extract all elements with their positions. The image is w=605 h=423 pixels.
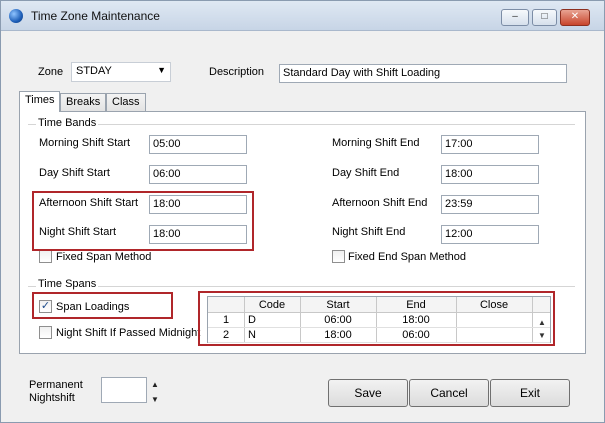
row-end[interactable]: 06:00 xyxy=(376,328,456,343)
app-icon xyxy=(9,9,23,23)
maximize-icon[interactable]: □ xyxy=(532,9,557,26)
scroll-down-icon[interactable]: ▼ xyxy=(538,331,546,340)
title-bar[interactable]: Time Zone Maintenance – □ ✕ xyxy=(1,1,604,31)
row-end[interactable]: 18:00 xyxy=(376,313,456,328)
afternoon-shift-end-field[interactable]: 23:59 xyxy=(441,195,539,214)
zone-label: Zone xyxy=(38,66,64,78)
close-icon[interactable]: ✕ xyxy=(560,9,590,26)
afternoon-shift-start-field[interactable]: 18:00 xyxy=(149,195,247,214)
tab-breaks[interactable]: Breaks xyxy=(60,93,106,112)
cancel-button[interactable]: Cancel xyxy=(409,379,489,407)
row-close[interactable] xyxy=(456,328,532,343)
row-number: 1 xyxy=(222,314,230,326)
row-start[interactable]: 18:00 xyxy=(300,328,376,343)
exit-button[interactable]: Exit xyxy=(490,379,570,407)
night-shift-end-field[interactable]: 12:00 xyxy=(441,225,539,244)
fixed-end-span-method-checkbox[interactable] xyxy=(332,250,345,263)
row-close[interactable] xyxy=(456,313,532,328)
grid-header-start[interactable]: Start xyxy=(300,298,376,313)
scroll-up-icon[interactable]: ▲ xyxy=(538,318,546,327)
span-loadings-label: Span Loadings xyxy=(56,301,130,313)
time-spans-grid[interactable]: Code Start End Close 1 D 06:00 18:00 2 N… xyxy=(207,296,551,343)
night-shift-end-label: Night Shift End xyxy=(332,226,406,238)
night-shift-midnight-checkbox[interactable] xyxy=(39,326,52,339)
row-start[interactable]: 06:00 xyxy=(300,313,376,328)
time-spans-divider xyxy=(28,286,575,287)
chevron-down-icon[interactable]: ▼ xyxy=(157,65,166,75)
day-shift-end-label: Day Shift End xyxy=(332,167,400,179)
fixed-span-method-label: Fixed Span Method xyxy=(56,251,152,263)
permanent-nightshift-field[interactable] xyxy=(101,377,147,403)
morning-shift-start-label: Morning Shift Start xyxy=(39,137,131,149)
grid-header-close[interactable]: Close xyxy=(456,298,532,313)
day-shift-start-field[interactable]: 06:00 xyxy=(149,165,247,184)
minimize-icon[interactable]: – xyxy=(501,9,529,26)
afternoon-shift-end-label: Afternoon Shift End xyxy=(332,197,428,209)
morning-shift-end-label: Morning Shift End xyxy=(332,137,420,149)
night-shift-start-field[interactable]: 18:00 xyxy=(149,225,247,244)
window-title: Time Zone Maintenance xyxy=(31,9,160,23)
fixed-end-span-method-label: Fixed End Span Method xyxy=(348,251,467,263)
time-spans-title: Time Spans xyxy=(36,278,99,290)
time-zone-maintenance-window: Time Zone Maintenance – □ ✕ Zone STDAY ▼… xyxy=(0,0,605,423)
save-button[interactable]: Save xyxy=(328,379,408,407)
tab-class[interactable]: Class xyxy=(106,93,146,112)
row-code[interactable]: N xyxy=(248,328,300,343)
grid-header-end[interactable]: End xyxy=(376,298,456,313)
span-loadings-checkbox[interactable]: ✓ xyxy=(39,300,52,313)
time-bands-title: Time Bands xyxy=(36,117,99,129)
spin-down-icon[interactable]: ▼ xyxy=(151,395,159,404)
fixed-span-method-checkbox[interactable] xyxy=(39,250,52,263)
day-shift-end-field[interactable]: 18:00 xyxy=(441,165,539,184)
row-code[interactable]: D xyxy=(248,313,300,328)
table-row[interactable]: 2 N 18:00 06:00 xyxy=(208,328,550,343)
morning-shift-end-field[interactable]: 17:00 xyxy=(441,135,539,154)
night-shift-midnight-label: Night Shift If Passed Midnight xyxy=(56,327,201,339)
night-shift-start-label: Night Shift Start xyxy=(39,226,117,238)
tab-times[interactable]: Times xyxy=(19,91,60,112)
zone-select[interactable]: STDAY ▼ xyxy=(71,62,171,82)
morning-shift-start-field[interactable]: 05:00 xyxy=(149,135,247,154)
table-row[interactable]: 1 D 06:00 18:00 xyxy=(208,313,550,328)
description-label: Description xyxy=(209,66,265,78)
zone-value: STDAY xyxy=(76,65,112,77)
spin-up-icon[interactable]: ▲ xyxy=(151,380,159,389)
description-field[interactable]: Standard Day with Shift Loading xyxy=(279,64,567,83)
afternoon-shift-start-label: Afternoon Shift Start xyxy=(39,197,139,209)
grid-header-code[interactable]: Code xyxy=(244,298,300,313)
nightshift-label: Nightshift xyxy=(29,392,75,404)
time-bands-divider xyxy=(28,124,575,125)
day-shift-start-label: Day Shift Start xyxy=(39,167,110,179)
permanent-label: Permanent xyxy=(29,379,83,391)
row-number: 2 xyxy=(222,329,230,341)
